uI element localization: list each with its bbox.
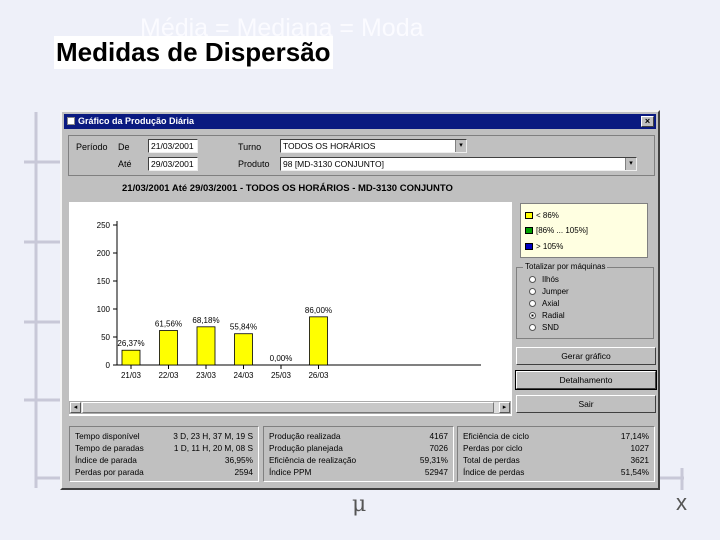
totalizar-group: Totalizar por máquinas Ilhós Jumper Axia… — [516, 262, 654, 339]
chevron-down-icon[interactable]: ▾ — [625, 158, 636, 170]
produto-label: Produto — [238, 159, 270, 169]
totalizar-caption: Totalizar por máquinas — [523, 262, 608, 271]
stat-row: Perdas por parada 2594 — [75, 467, 253, 477]
stat-row: Produção planejada 7026 — [269, 443, 448, 453]
x-tick-label: 26/03 — [308, 371, 329, 380]
legend-item: > 105% — [525, 242, 563, 251]
ate-label: Até — [118, 159, 132, 169]
stat-row: Produção realizada 4167 — [269, 431, 448, 441]
turno-value: TODOS OS HORÁRIOS — [283, 141, 376, 151]
stat-row: Eficiência de realização 59,31% — [269, 455, 448, 465]
data-label: 0,00% — [270, 354, 293, 363]
window-titlebar[interactable]: Gráfico da Produção Diária × — [64, 114, 656, 129]
scroll-left-icon[interactable]: ◂ — [70, 402, 81, 413]
y-tick-label: 0 — [106, 361, 111, 370]
x-symbol: x — [676, 490, 687, 515]
radio-icon — [529, 288, 536, 296]
stats-time-panel: Tempo disponível 3 D, 23 H, 37 M, 19 S Te… — [69, 426, 259, 482]
y-tick-label: 200 — [97, 249, 111, 258]
stats-efficiency-panel: Eficiência de ciclo 17,14% Perdas por cic… — [457, 426, 655, 482]
legend-swatch — [525, 243, 533, 251]
radio-icon — [529, 300, 536, 308]
de-label: De — [118, 142, 130, 152]
sair-button[interactable]: Sair — [516, 395, 656, 413]
x-tick-label: 23/03 — [196, 371, 217, 380]
produto-value: 98 [MD-3130 CONJUNTO] — [283, 159, 384, 169]
legend-swatch — [525, 212, 533, 220]
stat-row: Tempo de paradas 1 D, 11 H, 20 M, 08 S — [75, 443, 253, 453]
data-label: 26,37% — [117, 339, 144, 348]
legend-swatch — [525, 227, 533, 235]
bar — [121, 349, 141, 366]
x-tick-label: 22/03 — [158, 371, 179, 380]
bar — [159, 330, 178, 366]
turno-select[interactable]: TODOS OS HORÁRIOS ▾ — [280, 139, 467, 153]
radio-icon — [529, 324, 536, 332]
stat-row: Total de perdas 3621 — [463, 455, 649, 465]
mu-symbol: μ — [352, 492, 367, 517]
x-tick-label: 21/03 — [121, 371, 142, 380]
data-label: 68,18% — [192, 316, 219, 325]
radio-ilhos[interactable]: Ilhós — [529, 275, 559, 284]
stat-row: Perdas por ciclo 1027 — [463, 443, 649, 453]
radio-icon — [529, 276, 536, 284]
legend-item: < 86% — [525, 211, 559, 220]
window-icon — [67, 117, 75, 125]
radio-axial[interactable]: Axial — [529, 299, 559, 308]
stat-row: Tempo disponível 3 D, 23 H, 37 M, 19 S — [75, 431, 253, 441]
produto-select[interactable]: 98 [MD-3130 CONJUNTO] ▾ — [280, 157, 637, 171]
bar — [196, 326, 216, 366]
stat-row: Índice PPM 52947 — [269, 467, 448, 477]
detalhamento-button[interactable]: Detalhamento — [515, 370, 657, 390]
horizontal-scrollbar[interactable]: ◂ ▸ — [69, 401, 511, 414]
stat-row: Índice de parada 36,95% — [75, 455, 253, 465]
bar — [234, 333, 253, 366]
legend: < 86% [86% ... 105%] > 105% — [520, 203, 648, 258]
turno-label: Turno — [238, 142, 262, 152]
data-label: 55,84% — [230, 323, 257, 332]
legend-item: [86% ... 105%] — [525, 226, 588, 235]
stats-production-panel: Produção realizada 4167 Produção planejad… — [263, 426, 454, 482]
data-label: 86,00% — [305, 306, 332, 315]
x-tick-label: 25/03 — [271, 371, 292, 380]
close-icon[interactable]: × — [641, 116, 654, 127]
data-label: 61,56% — [155, 320, 182, 329]
bar-chart: 0 50 100 150 200 250 21/03 26,37% 22/03 61,56% 23/… — [97, 221, 481, 380]
production-chart-window: Gráfico da Produção Diária × Período De … — [60, 110, 660, 490]
y-tick-label: 50 — [101, 333, 110, 342]
bar — [309, 316, 328, 366]
chart-area: 0 50 100 150 200 250 21/03 26,37% 22/03 61,56% 23/… — [69, 202, 512, 416]
scroll-thumb[interactable] — [82, 402, 494, 413]
slide-title: Medidas de Dispersão — [54, 36, 333, 69]
window-title: Gráfico da Produção Diária — [78, 116, 195, 126]
y-tick-label: 100 — [97, 305, 111, 314]
radio-jumper[interactable]: Jumper — [529, 287, 569, 296]
stat-row: Índice de perdas 51,54% — [463, 467, 649, 477]
chevron-down-icon[interactable]: ▾ — [455, 140, 466, 152]
radio-snd[interactable]: SND — [529, 323, 559, 332]
y-tick-label: 250 — [97, 221, 111, 230]
scroll-right-icon[interactable]: ▸ — [499, 402, 510, 413]
start-date-field[interactable]: 21/03/2001 — [148, 139, 198, 153]
radio-radial[interactable]: Radial — [529, 311, 565, 320]
end-date-field[interactable]: 29/03/2001 — [148, 157, 198, 171]
periodo-label: Período — [76, 142, 108, 152]
y-tick-label: 150 — [97, 277, 111, 286]
x-tick-label: 24/03 — [233, 371, 254, 380]
stat-row: Eficiência de ciclo 17,14% — [463, 431, 649, 441]
gerar-grafico-button[interactable]: Gerar gráfico — [516, 347, 656, 365]
chart-header: 21/03/2001 Até 29/03/2001 - TODOS OS HOR… — [122, 183, 453, 194]
radio-selected-icon — [529, 312, 536, 320]
